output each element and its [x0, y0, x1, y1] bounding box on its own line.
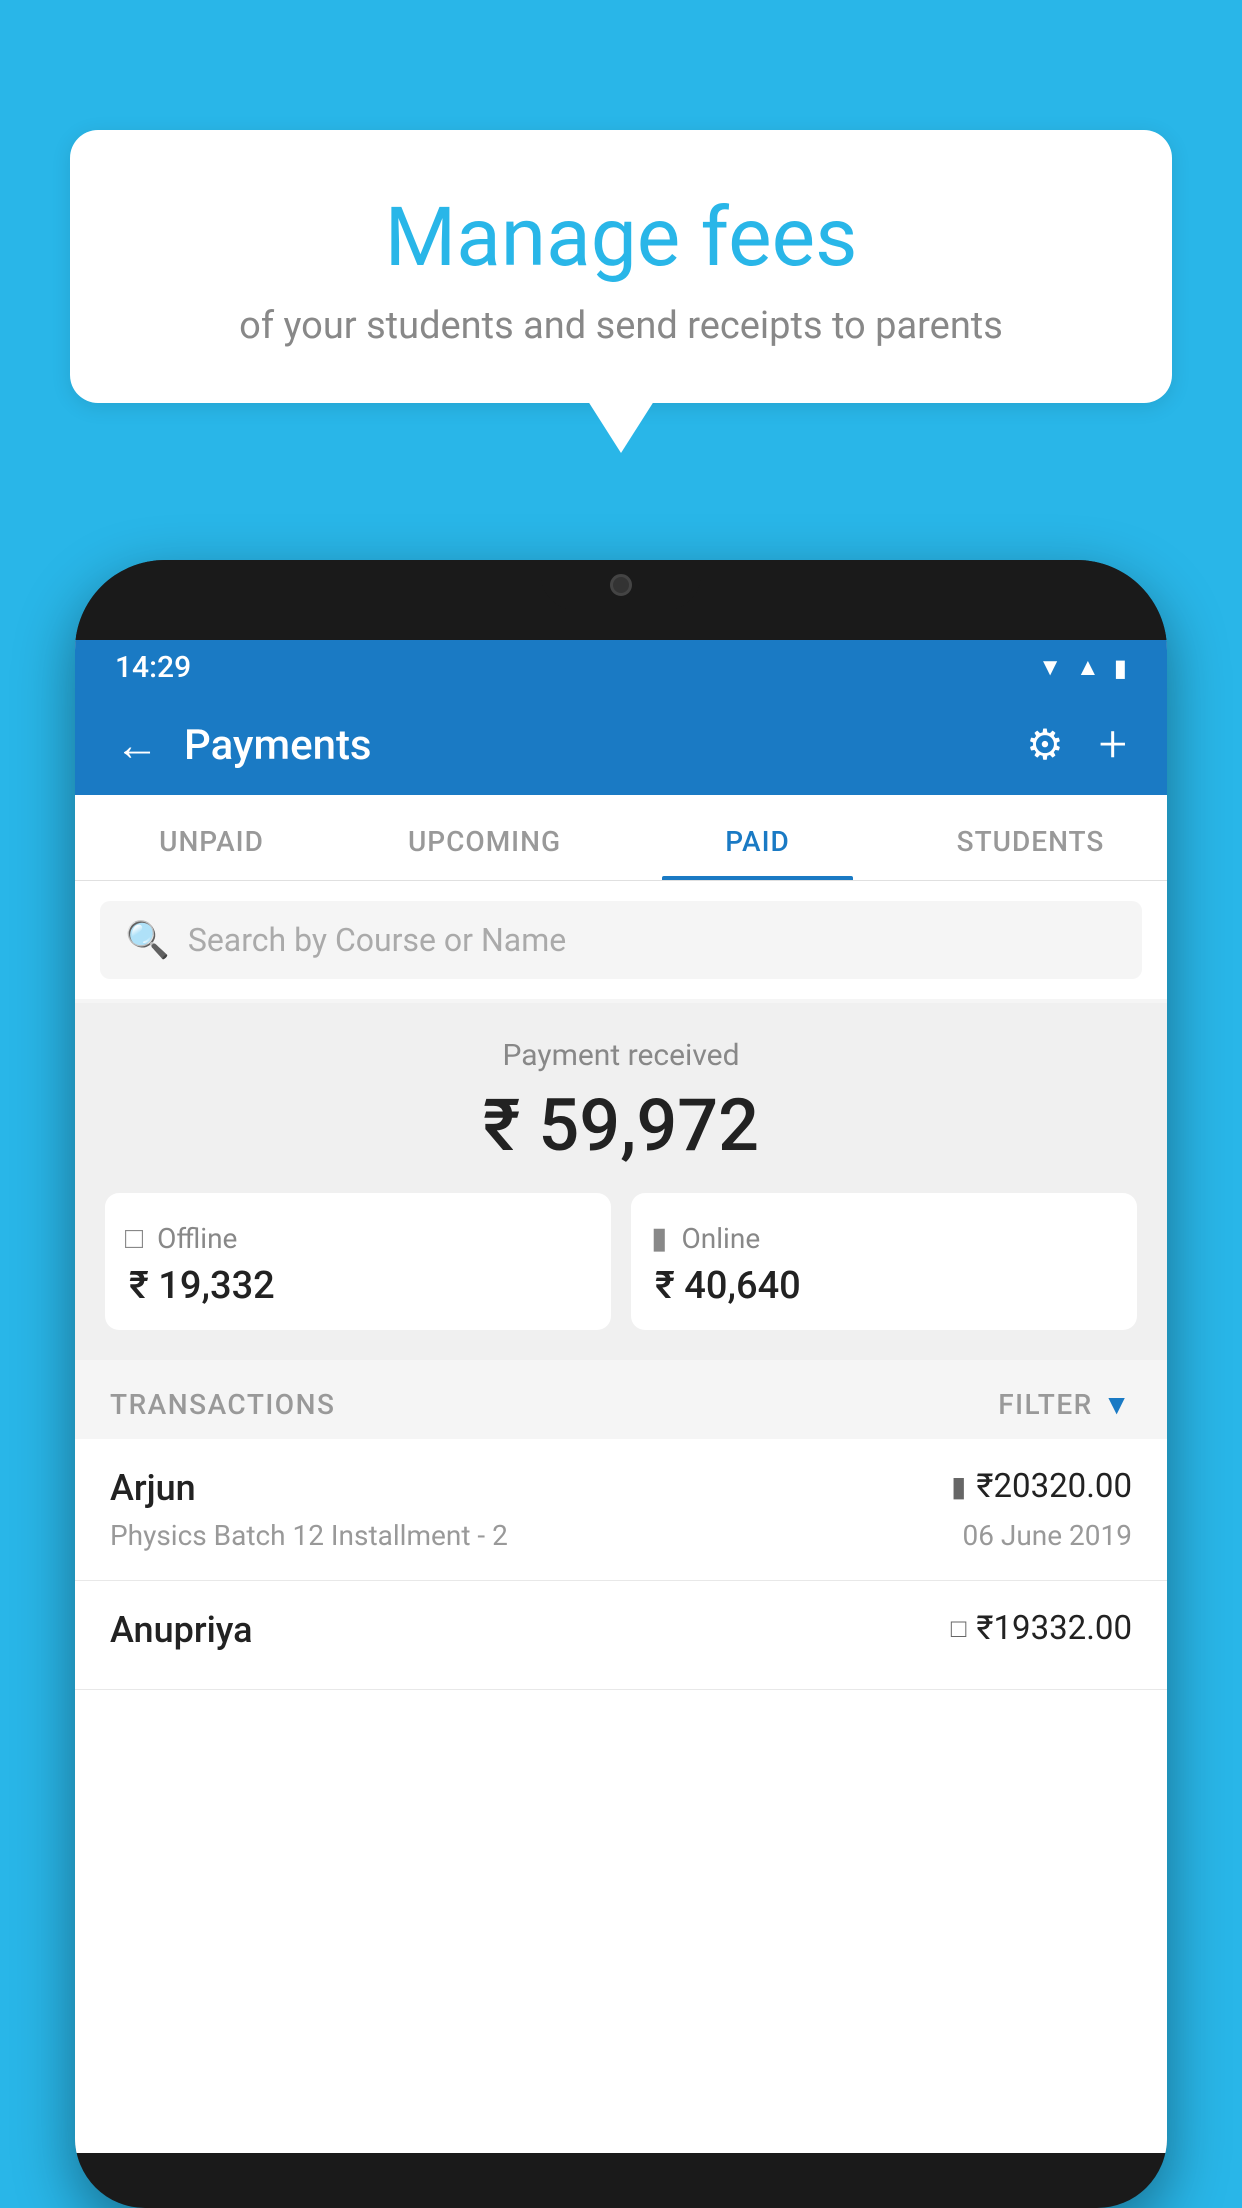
status-icons: ▼ ▲ ▮ — [1038, 653, 1127, 682]
offline-label: Offline — [157, 1222, 237, 1255]
search-icon: 🔍 — [125, 919, 170, 961]
online-icon: ▮ — [651, 1221, 668, 1256]
transaction-item[interactable]: Arjun ▮ ₹20320.00 Physics Batch 12 Insta… — [75, 1439, 1167, 1581]
offline-icon: □ — [125, 1221, 143, 1256]
transaction-amount: ▮ ₹20320.00 — [951, 1467, 1132, 1506]
settings-icon[interactable]: ⚙ — [1016, 720, 1074, 770]
battery-icon: ▮ — [1114, 654, 1127, 682]
search-box[interactable]: 🔍 Search by Course or Name — [100, 901, 1142, 979]
payment-received-label: Payment received — [105, 1038, 1137, 1073]
camera-dot — [610, 574, 632, 596]
speech-bubble: Manage fees of your students and send re… — [70, 130, 1172, 403]
offline-card-header: □ Offline — [125, 1221, 237, 1256]
filter-icon: ▼ — [1103, 1388, 1132, 1421]
tabs-bar: UNPAID UPCOMING PAID STUDENTS — [75, 795, 1167, 881]
payment-total-amount: ₹ 59,972 — [105, 1083, 1137, 1168]
app-content: 14:29 ▼ ▲ ▮ ← Payments ⚙ + UNPAID UPCOMI… — [75, 640, 1167, 2153]
filter-button[interactable]: FILTER ▼ — [998, 1388, 1132, 1421]
payment-cards: □ Offline ₹ 19,332 ▮ Online ₹ 40,640 — [105, 1193, 1137, 1330]
transaction-row-top: Arjun ▮ ₹20320.00 — [110, 1467, 1132, 1509]
filter-label: FILTER — [998, 1388, 1093, 1421]
signal-icon: ▲ — [1076, 653, 1100, 682]
transaction-item[interactable]: Anupriya □ ₹19332.00 — [75, 1581, 1167, 1690]
tab-unpaid[interactable]: UNPAID — [75, 795, 348, 880]
offline-amount: ₹ 19,332 — [125, 1264, 275, 1308]
status-time: 14:29 — [115, 650, 191, 685]
online-payment-card: ▮ Online ₹ 40,640 — [631, 1193, 1137, 1330]
app-header: ← Payments ⚙ + — [75, 695, 1167, 795]
tab-paid[interactable]: PAID — [621, 795, 894, 880]
transaction-list: Arjun ▮ ₹20320.00 Physics Batch 12 Insta… — [75, 1439, 1167, 2153]
tab-upcoming[interactable]: UPCOMING — [348, 795, 621, 880]
header-title: Payments — [184, 721, 996, 770]
transaction-row-bottom: Physics Batch 12 Installment - 2 06 June… — [110, 1519, 1132, 1552]
phone-top-bezel — [75, 560, 1167, 640]
bubble-subtitle: of your students and send receipts to pa… — [120, 304, 1122, 348]
payment-summary: Payment received ₹ 59,972 □ Offline ₹ 19… — [75, 1003, 1167, 1360]
search-input[interactable]: Search by Course or Name — [188, 921, 566, 959]
phone-frame: 14:29 ▼ ▲ ▮ ← Payments ⚙ + UNPAID UPCOMI… — [75, 560, 1167, 2208]
transaction-name: Anupriya — [110, 1609, 253, 1651]
wifi-icon: ▼ — [1038, 653, 1062, 682]
transaction-name: Arjun — [110, 1467, 196, 1509]
card-payment-icon: ▮ — [951, 1470, 966, 1503]
add-button[interactable]: + — [1094, 716, 1132, 774]
transaction-date: 06 June 2019 — [962, 1519, 1132, 1552]
transactions-label: TRANSACTIONS — [110, 1388, 335, 1421]
tab-students[interactable]: STUDENTS — [894, 795, 1167, 880]
online-amount: ₹ 40,640 — [651, 1264, 801, 1308]
back-button[interactable]: ← — [110, 714, 164, 776]
transaction-amount: □ ₹19332.00 — [951, 1609, 1132, 1648]
search-container: 🔍 Search by Course or Name — [75, 881, 1167, 999]
online-label: Online — [682, 1222, 761, 1255]
transaction-row-top: Anupriya □ ₹19332.00 — [110, 1609, 1132, 1651]
transaction-description: Physics Batch 12 Installment - 2 — [110, 1519, 508, 1552]
status-bar: 14:29 ▼ ▲ ▮ — [75, 640, 1167, 695]
phone-notch — [541, 560, 701, 610]
bubble-title: Manage fees — [120, 190, 1122, 286]
offline-payment-icon: □ — [951, 1613, 967, 1644]
transactions-header: TRANSACTIONS FILTER ▼ — [75, 1360, 1167, 1439]
offline-payment-card: □ Offline ₹ 19,332 — [105, 1193, 611, 1330]
online-card-header: ▮ Online — [651, 1221, 760, 1256]
